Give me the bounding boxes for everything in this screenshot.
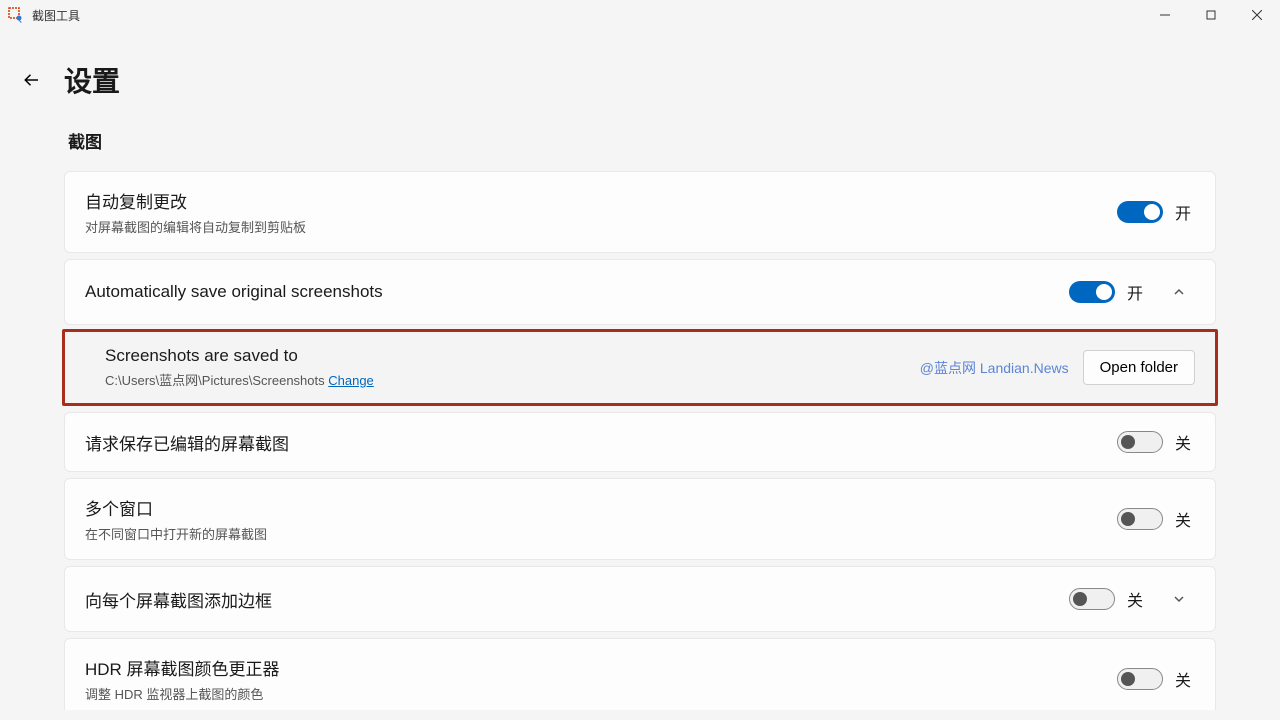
- toggle-label: 关: [1175, 430, 1191, 454]
- toggle-label: 关: [1175, 507, 1191, 531]
- setting-subtitle: 对屏幕截图的编辑将自动复制到剪贴板: [85, 217, 1117, 236]
- page-title: 设置: [64, 60, 120, 100]
- save-location-path-line: C:\Users\蓝点网\Pictures\Screenshots Change: [105, 370, 920, 389]
- section-label-screenshots: 截图: [68, 128, 1216, 153]
- open-folder-button[interactable]: Open folder: [1083, 350, 1195, 385]
- setting-hdr-corrector: HDR 屏幕截图颜色更正器 调整 HDR 监视器上截图的颜色 关: [64, 638, 1216, 710]
- setting-title: 请求保存已编辑的屏幕截图: [85, 430, 1117, 455]
- titlebar: 截图工具: [0, 0, 1280, 30]
- setting-add-border: 向每个屏幕截图添加边框 关: [64, 566, 1216, 632]
- setting-subtitle: 调整 HDR 监视器上截图的颜色: [85, 684, 1117, 703]
- toggle-label: 开: [1175, 200, 1191, 224]
- minimize-button[interactable]: [1142, 0, 1188, 30]
- toggle-label: 开: [1127, 280, 1143, 304]
- maximize-button[interactable]: [1188, 0, 1234, 30]
- settings-content: 截图 自动复制更改 对屏幕截图的编辑将自动复制到剪贴板 开 Automatica…: [0, 100, 1280, 710]
- toggle-auto-save[interactable]: [1069, 281, 1115, 303]
- highlighted-save-location: Screenshots are saved to C:\Users\蓝点网\Pi…: [62, 329, 1218, 406]
- toggle-label: 关: [1127, 587, 1143, 611]
- chevron-up-icon[interactable]: [1163, 276, 1195, 308]
- setting-title: 向每个屏幕截图添加边框: [85, 587, 1069, 612]
- snipping-tool-icon: [8, 7, 24, 23]
- setting-title: HDR 屏幕截图颜色更正器: [85, 655, 1117, 680]
- toggle-auto-copy[interactable]: [1117, 201, 1163, 223]
- toggle-ask-save-edited[interactable]: [1117, 431, 1163, 453]
- setting-auto-copy: 自动复制更改 对屏幕截图的编辑将自动复制到剪贴板 开: [64, 171, 1216, 253]
- setting-title: 自动复制更改: [85, 188, 1117, 213]
- toggle-multi-window[interactable]: [1117, 508, 1163, 530]
- close-button[interactable]: [1234, 0, 1280, 30]
- chevron-down-icon[interactable]: [1163, 583, 1195, 615]
- save-location-title: Screenshots are saved to: [105, 346, 920, 366]
- toggle-label: 关: [1175, 667, 1191, 691]
- window-controls: [1142, 0, 1280, 30]
- toggle-add-border[interactable]: [1069, 588, 1115, 610]
- toggle-hdr-corrector[interactable]: [1117, 668, 1163, 690]
- back-button[interactable]: [14, 62, 50, 98]
- watermark: @蓝点网 Landian.News: [920, 358, 1069, 378]
- page-header: 设置: [0, 30, 1280, 100]
- setting-auto-save: Automatically save original screenshots …: [64, 259, 1216, 325]
- change-link[interactable]: Change: [328, 373, 374, 388]
- setting-subtitle: 在不同窗口中打开新的屏幕截图: [85, 524, 1117, 543]
- save-location-path: C:\Users\蓝点网\Pictures\Screenshots: [105, 373, 325, 388]
- setting-ask-save-edited: 请求保存已编辑的屏幕截图 关: [64, 412, 1216, 472]
- setting-multi-window: 多个窗口 在不同窗口中打开新的屏幕截图 关: [64, 478, 1216, 560]
- app-title: 截图工具: [32, 7, 80, 24]
- setting-title: 多个窗口: [85, 495, 1117, 520]
- setting-title: Automatically save original screenshots: [85, 282, 1069, 302]
